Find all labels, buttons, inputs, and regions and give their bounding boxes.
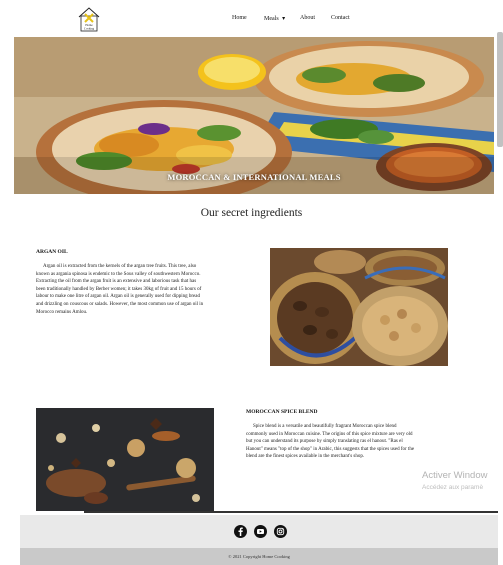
argan-line: and drizzling on couscous or salads. How… — [36, 301, 204, 307]
nav-home-link[interactable]: Home — [232, 15, 247, 21]
instagram-icon[interactable] — [274, 525, 287, 538]
spice-line: blend are the finest spices available in… — [246, 454, 365, 460]
divider — [84, 511, 498, 513]
youtube-icon[interactable] — [254, 525, 267, 538]
argan-oil-description: Argan oil is extracted from the kernels … — [36, 263, 246, 316]
spice-line: but you can understand its purpose by si… — [246, 439, 403, 445]
spice-line: Spice blend is a versatile and beautiful… — [253, 424, 397, 429]
argan-line: known as argania spinosa is endemic to t… — [36, 271, 201, 277]
hero-caption: MOROCCAN & INTERNATIONAL MEALS — [167, 172, 341, 182]
navbar: Home Cooking Home Meals ▾ About Contact — [0, 0, 503, 36]
spice-line: commonly used in Moroccan cuisine. The o… — [246, 431, 413, 437]
argan-line: Argan oil is extracted from the kernels … — [43, 264, 197, 269]
argan-line: Extracting the oil from the argan fruit … — [36, 279, 197, 285]
spice-blend-title: MOROCCAN SPICE BLEND — [246, 409, 318, 415]
spice-line: Hanout" means "top of the shop" in Arabi… — [246, 446, 415, 452]
nav-meals-label: Meals — [264, 16, 279, 22]
argan-oil-title: ARGAN OIL — [36, 249, 68, 255]
scrollbar-thumb[interactable] — [497, 32, 503, 147]
home-cooking-logo[interactable]: Home Cooking — [76, 5, 102, 33]
argan-line: Morocco remains Amlou. — [36, 309, 88, 315]
windows-activation-watermark-title: Activer Window — [422, 470, 488, 481]
nav-contact-link[interactable]: Contact — [331, 15, 350, 21]
copyright-text: © 2021 Copyright Home Cooking — [20, 548, 498, 565]
footer — [20, 515, 498, 548]
chevron-down-icon: ▾ — [282, 16, 286, 22]
logo-text-line2: Cooking — [84, 27, 95, 31]
section-title: Our secret ingredients — [200, 207, 303, 219]
nav-about-link[interactable]: About — [300, 15, 315, 21]
argan-line: labour to make one litre of argan oil. A… — [36, 294, 200, 300]
nav-meals-dropdown[interactable]: Meals ▾ — [264, 15, 285, 22]
facebook-icon[interactable] — [234, 525, 247, 538]
argan-line: been traditionally handled by Berber wom… — [36, 286, 202, 292]
hero-food-photo — [14, 37, 494, 194]
hero-banner: MOROCCAN & INTERNATIONAL MEALS — [14, 37, 494, 194]
spices-image — [36, 408, 214, 511]
windows-activation-watermark-subtitle: Accédez aux paramè — [422, 484, 484, 491]
argan-nuts-image — [270, 248, 448, 366]
spice-blend-description: Spice blend is a versatile and beautiful… — [246, 423, 460, 461]
